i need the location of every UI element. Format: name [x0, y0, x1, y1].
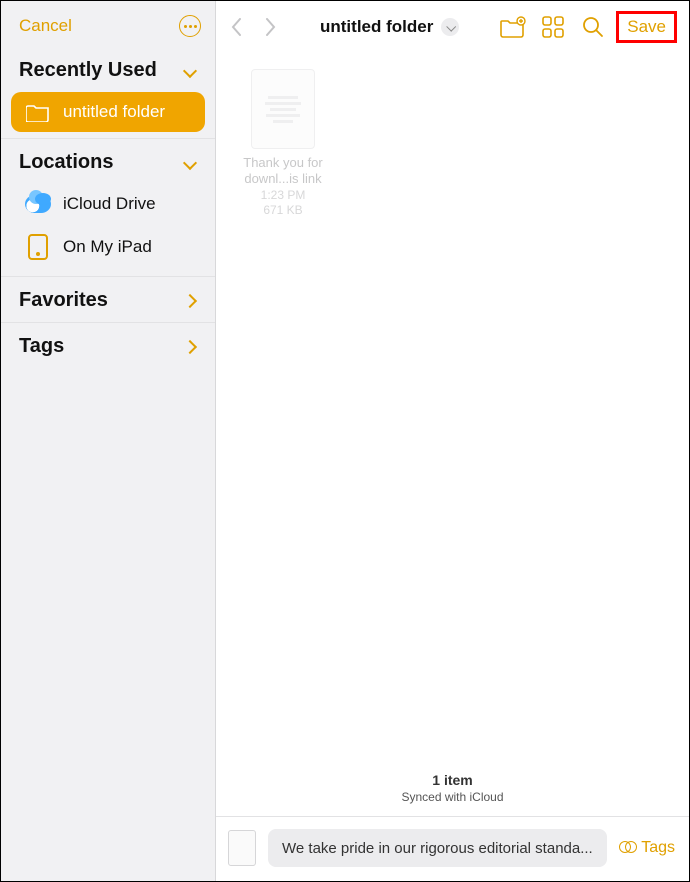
main-panel: untitled folder Save [216, 1, 689, 881]
cloud-icon [25, 195, 51, 213]
sidebar-item-label: On My iPad [63, 237, 152, 257]
section-label: Favorites [19, 289, 108, 312]
filename-input[interactable] [268, 829, 607, 867]
sidebar-top-row: Cancel [1, 9, 215, 47]
sidebar: Cancel Recently Used untitled folder Loc… [1, 1, 216, 881]
file-grid[interactable]: Thank you for downl...is link 1:23 PM 67… [216, 51, 689, 764]
tags-label: Tags [641, 839, 675, 857]
nav-back-button[interactable] [222, 13, 250, 41]
section-locations[interactable]: Locations [1, 138, 215, 184]
document-icon [228, 830, 256, 866]
footer-info: 1 item Synced with iCloud [216, 764, 689, 817]
sidebar-item-label: untitled folder [63, 102, 165, 122]
file-name-label: Thank you for downl...is link [238, 155, 328, 188]
section-favorites[interactable]: Favorites [1, 276, 215, 323]
tags-icon [619, 841, 637, 855]
view-mode-button[interactable] [536, 12, 570, 42]
cancel-button[interactable]: Cancel [19, 16, 72, 36]
chevron-down-icon [441, 18, 459, 36]
chevron-right-icon [183, 339, 197, 353]
chevron-right-icon [183, 293, 197, 307]
save-button-highlight: Save [616, 11, 677, 43]
sidebar-item-label: iCloud Drive [63, 194, 156, 214]
sidebar-item-on-my-ipad[interactable]: On My iPad [11, 224, 205, 270]
file-thumbnail [251, 69, 315, 149]
search-button[interactable] [576, 12, 610, 42]
item-count-label: 1 item [216, 772, 689, 788]
file-size-label: 671 KB [238, 203, 328, 218]
folder-title[interactable]: untitled folder [320, 17, 459, 37]
chevron-down-icon [183, 63, 197, 77]
chevron-down-icon [183, 155, 197, 169]
new-folder-button[interactable] [496, 12, 530, 42]
toolbar: untitled folder Save [216, 1, 689, 51]
ipad-icon [25, 234, 51, 260]
tags-button[interactable]: Tags [619, 839, 675, 857]
sidebar-item-untitled-folder[interactable]: untitled folder [11, 92, 205, 132]
folder-title-label: untitled folder [320, 17, 433, 37]
sidebar-item-icloud-drive[interactable]: iCloud Drive [11, 184, 205, 224]
sync-status-label: Synced with iCloud [216, 790, 689, 804]
file-item[interactable]: Thank you for downl...is link 1:23 PM 67… [238, 69, 328, 218]
section-tags[interactable]: Tags [1, 323, 215, 368]
more-options-icon[interactable] [179, 15, 201, 37]
section-label: Locations [19, 151, 113, 174]
filename-bar: Tags [216, 817, 689, 881]
save-button[interactable]: Save [621, 15, 672, 39]
section-label: Tags [19, 335, 64, 358]
section-recently-used[interactable]: Recently Used [1, 47, 215, 92]
nav-forward-button[interactable] [256, 13, 284, 41]
file-time-label: 1:23 PM [238, 188, 328, 203]
section-label: Recently Used [19, 59, 157, 82]
folder-icon [25, 102, 51, 122]
